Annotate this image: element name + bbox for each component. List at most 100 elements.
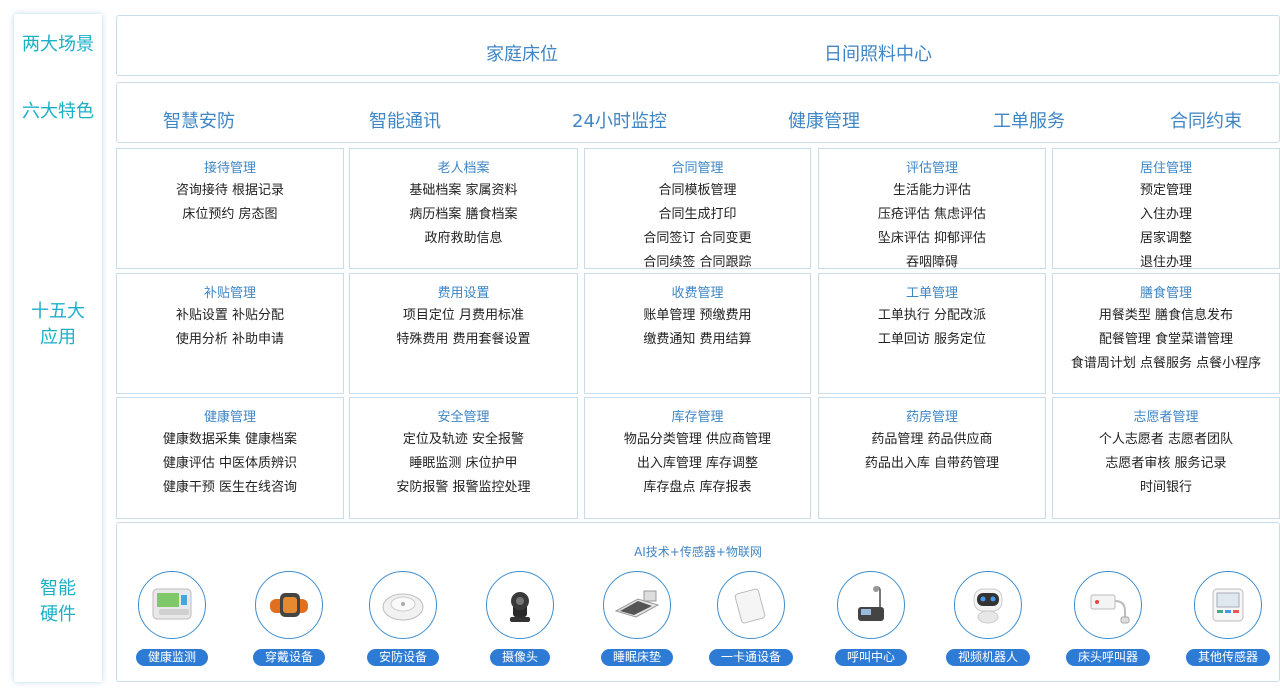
hardware-label: 穿戴设备 xyxy=(252,649,325,666)
app-title: 评估管理 xyxy=(905,161,958,176)
sleep-mattress-icon xyxy=(603,571,671,639)
app-card: 安全管理 定位及轨迹 安全报警 睡眠监测 床位护甲 安防报警 报警监控处理 xyxy=(349,397,578,519)
app-feature-line: 用餐类型 膳食信息发布 xyxy=(1098,308,1234,323)
hardware-item[interactable]: 摄像头 xyxy=(475,571,565,666)
app-feature-line: 工单回访 服务定位 xyxy=(877,332,987,347)
app-title: 居住管理 xyxy=(1139,161,1192,176)
hardware-panel: AI技术+传感器+物联网 健康监测 穿戴设备 安防设备 摄像头 睡眠床垫 一卡通设备 呼叫中… xyxy=(116,522,1280,682)
app-card: 接待管理 咨询接待 根据记录 床位预约 房态图 xyxy=(116,148,344,269)
app-feature-line: 吞咽障碍 xyxy=(905,255,958,270)
video-robot-icon xyxy=(954,571,1022,639)
hardware-label: 其他传感器 xyxy=(1185,649,1270,666)
hardware-label-line2: 硬件 xyxy=(40,604,76,625)
features-label: 六大特色 xyxy=(22,101,94,122)
app-feature-line: 健康干预 医生在线咨询 xyxy=(162,480,298,495)
category-sidebar: 两大场景 六大特色 十五大 应用 智能 硬件 xyxy=(14,14,102,682)
app-title: 志愿者管理 xyxy=(1133,410,1199,425)
app-title: 安全管理 xyxy=(437,410,490,425)
app-title: 工单管理 xyxy=(905,286,958,301)
feature-item: 智慧安防 xyxy=(163,111,235,132)
app-feature-line: 居家调整 xyxy=(1139,231,1192,246)
app-feature-line: 特殊费用 费用套餐设置 xyxy=(396,332,531,347)
hardware-label: 一卡通设备 xyxy=(708,649,793,666)
app-feature-line: 补贴设置 补贴分配 xyxy=(175,308,285,323)
app-feature-line: 药品管理 药品供应商 xyxy=(871,432,993,447)
apps-label-line1: 十五大 xyxy=(31,301,85,322)
app-card: 补贴管理 补贴设置 补贴分配 使用分析 补助申请 xyxy=(116,273,344,394)
feature-item: 健康管理 xyxy=(788,111,860,132)
app-feature-line: 合同签订 合同变更 xyxy=(643,231,752,246)
hardware-label-line1: 智能 xyxy=(40,578,76,599)
feature-item: 24小时监控 xyxy=(572,111,667,132)
app-title: 健康管理 xyxy=(203,410,256,425)
scene-day-care-center: 日间照料中心 xyxy=(824,44,932,65)
hardware-item[interactable]: 安防设备 xyxy=(358,571,448,666)
app-feature-line: 配餐管理 食堂菜谱管理 xyxy=(1098,332,1234,347)
sensor-icon xyxy=(1194,571,1262,639)
scenes-panel: 家庭床位 日间照料中心 xyxy=(116,15,1280,76)
app-title: 收费管理 xyxy=(671,286,724,301)
app-feature-line: 生活能力评估 xyxy=(892,183,971,198)
app-feature-line: 预定管理 xyxy=(1139,183,1192,198)
app-card: 老人档案 基础档案 家属资料 病历档案 膳食档案 政府救助信息 xyxy=(349,148,578,269)
app-feature-line: 政府救助信息 xyxy=(424,231,503,246)
camera-icon xyxy=(486,571,554,639)
app-feature-line: 项目定位 月费用标准 xyxy=(402,308,525,323)
app-card: 合同管理合同模板管理 合同生成打印 合同签订 合同变更 合同续签 合同跟踪 xyxy=(584,148,811,270)
app-feature-line: 个人志愿者 志愿者团队 xyxy=(1098,432,1234,447)
app-feature-line: 志愿者审核 服务记录 xyxy=(1105,456,1227,471)
app-feature-line: 安防报警 报警监控处理 xyxy=(396,480,531,495)
app-title: 接待管理 xyxy=(203,161,256,176)
feature-item: 工单服务 xyxy=(993,111,1065,132)
call-center-phone-icon xyxy=(837,571,905,639)
app-feature-line: 工单执行 分配改派 xyxy=(877,308,987,323)
hardware-item[interactable]: 穿戴设备 xyxy=(244,571,334,666)
app-card: 工单管理工单执行 分配改派 工单回访 服务定位 xyxy=(818,273,1046,394)
app-feature-line: 药品出入库 自带药管理 xyxy=(864,456,1000,471)
app-title: 合同管理 xyxy=(671,161,724,176)
app-feature-line: 合同续签 合同跟踪 xyxy=(643,255,752,270)
hardware-label: 摄像头 xyxy=(489,649,550,666)
hardware-item[interactable]: 一卡通设备 xyxy=(706,571,796,666)
app-title: 药房管理 xyxy=(905,410,958,425)
hardware-label: 睡眠床垫 xyxy=(600,649,673,666)
app-feature-line: 压疮评估 焦虑评估 xyxy=(877,207,987,222)
app-feature-line: 缴费通知 费用结算 xyxy=(643,332,752,347)
app-feature-line: 合同模板管理 xyxy=(658,183,737,198)
app-card: 库存管理 物品分类管理 供应商管理 出入库管理 库存调整 库存盘点 库存报表 xyxy=(584,397,811,519)
card-reader-icon xyxy=(717,571,785,639)
hardware-item[interactable]: 健康监测 xyxy=(127,571,217,666)
app-card: 评估管理生活能力评估压疮评估 焦虑评估 坠床评估 抑郁评估 吞咽障碍 xyxy=(818,148,1046,270)
app-feature-line: 咨询接待 根据记录 xyxy=(175,183,285,198)
hardware-label: 呼叫中心 xyxy=(834,649,907,666)
app-feature-line: 坠床评估 抑郁评估 xyxy=(877,231,987,246)
bedside-caller-icon xyxy=(1074,571,1142,639)
hardware-label: 安防设备 xyxy=(366,649,439,666)
feature-item: 智能通讯 xyxy=(369,111,441,132)
scene-family-bed: 家庭床位 xyxy=(486,44,558,65)
app-feature-line: 时间银行 xyxy=(1139,480,1192,495)
app-feature-line: 退住办理 xyxy=(1139,255,1192,270)
hardware-label: 视频机器人 xyxy=(945,649,1030,666)
hardware-item[interactable]: 呼叫中心 xyxy=(826,571,916,666)
app-card: 费用设置 项目定位 月费用标准 特殊费用 费用套餐设置 xyxy=(349,273,578,394)
app-feature-line: 基础档案 家属资料 xyxy=(409,183,518,198)
app-feature-line: 健康评估 中医体质辨识 xyxy=(162,456,298,471)
app-card: 收费管理 账单管理 预缴费用 缴费通知 费用结算 xyxy=(584,273,811,394)
app-title: 库存管理 xyxy=(671,410,724,425)
app-title: 老人档案 xyxy=(437,161,490,176)
hardware-label: 床头呼叫器 xyxy=(1065,649,1150,666)
hardware-item[interactable]: 视频机器人 xyxy=(943,571,1033,666)
app-card: 居住管理 预定管理 入住办理 居家调整 退住办理 xyxy=(1052,148,1280,270)
app-feature-line: 合同生成打印 xyxy=(658,207,737,222)
app-card: 健康管理健康数据采集 健康档案 健康评估 中医体质辨识 健康干预 医生在线咨询 xyxy=(116,397,344,519)
hardware-item[interactable]: 床头呼叫器 xyxy=(1063,571,1153,666)
app-feature-line: 使用分析 补助申请 xyxy=(175,332,285,347)
hardware-item[interactable]: 其他传感器 xyxy=(1183,571,1273,666)
hardware-item[interactable]: 睡眠床垫 xyxy=(592,571,682,666)
app-feature-line: 健康数据采集 健康档案 xyxy=(162,432,298,447)
smoke-detector-icon xyxy=(369,571,437,639)
app-card: 药房管理药品管理 药品供应商 药品出入库 自带药管理 xyxy=(818,397,1046,519)
smartwatch-icon xyxy=(255,571,323,639)
hardware-caption: AI技术+传感器+物联网 xyxy=(634,545,762,559)
